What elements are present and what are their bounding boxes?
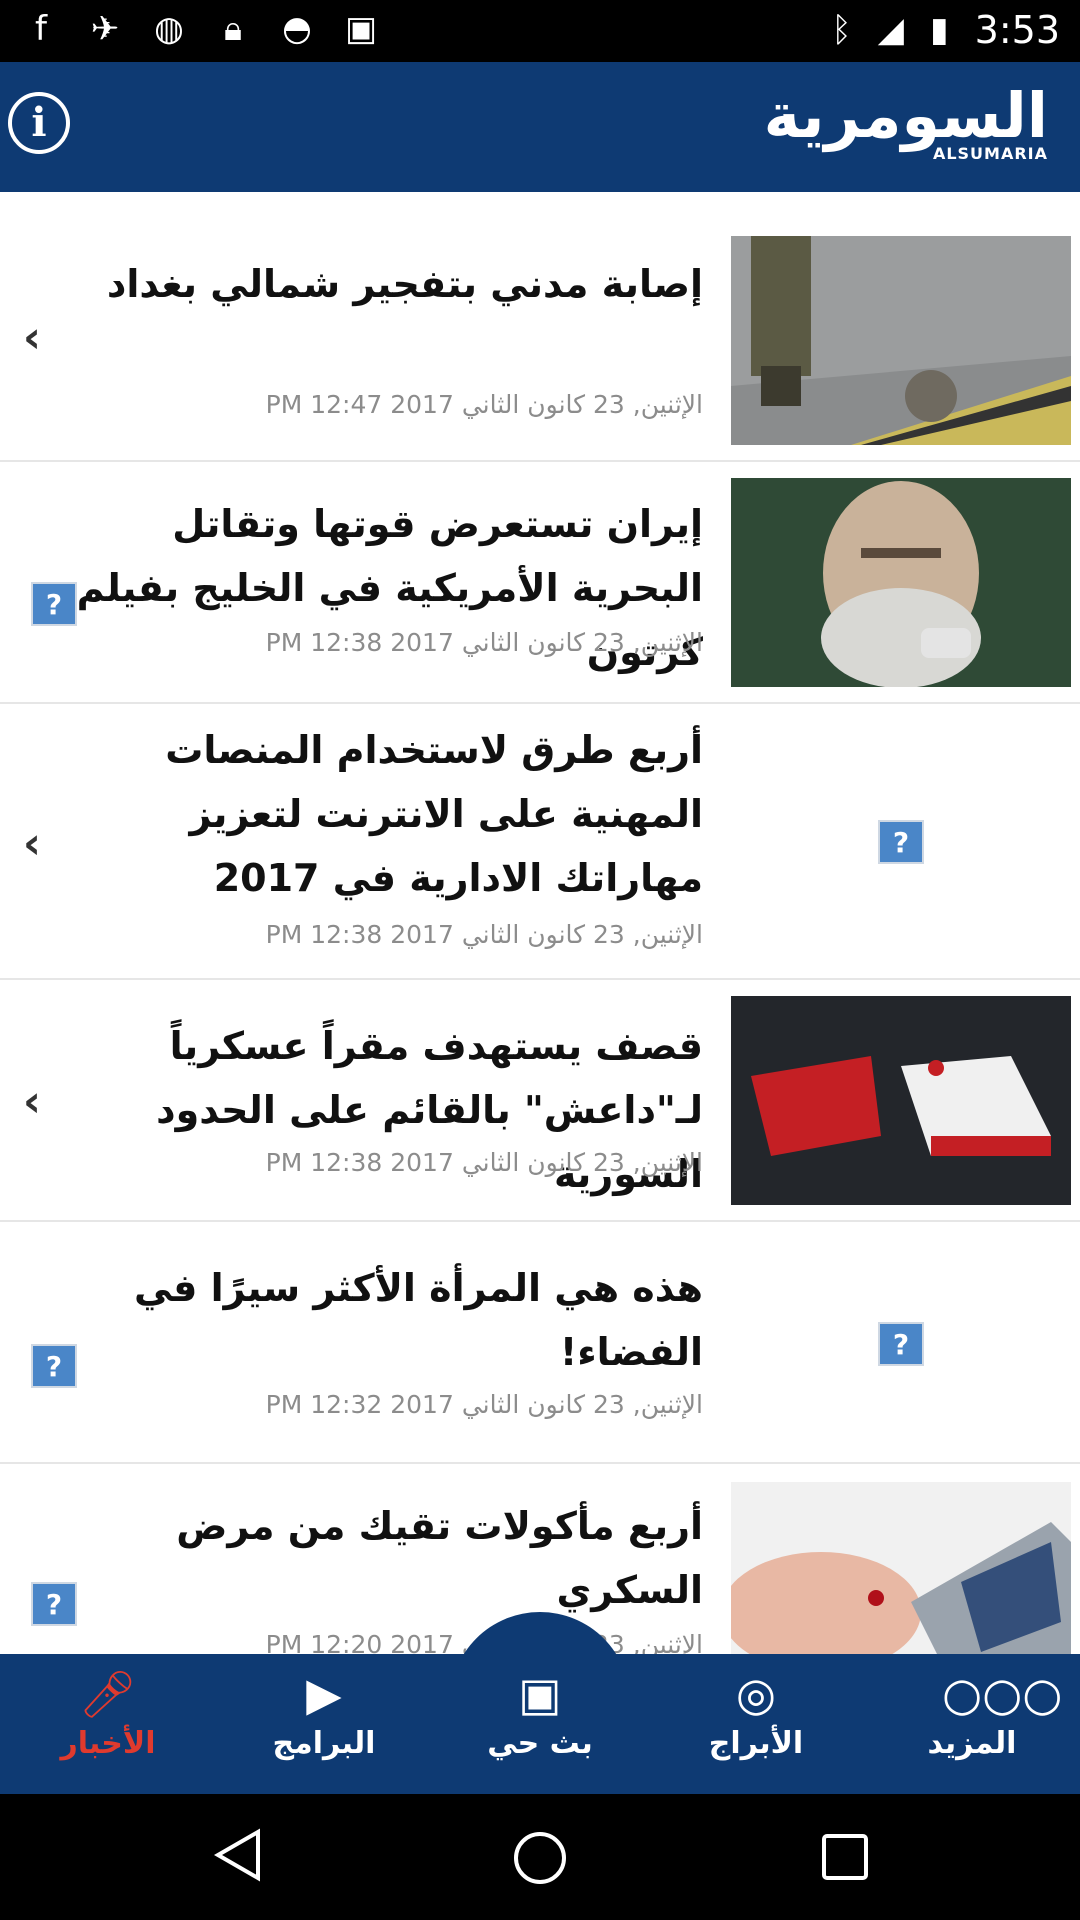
back-icon[interactable] bbox=[212, 1828, 262, 1882]
inbox-icon: ▣ bbox=[344, 9, 378, 49]
recent-apps-icon[interactable] bbox=[820, 1832, 870, 1882]
app-header: i السومرية ALSUMARIA bbox=[0, 62, 1080, 192]
news-thumbnail: ? bbox=[731, 1238, 1071, 1447]
news-date: الإثنين, 23 كانون الثاني 2017 12:47 PM bbox=[265, 390, 703, 419]
notification-icons: f ✈ ◍ 🔒︎ ◓ ▣ bbox=[22, 10, 380, 48]
info-icon: i bbox=[31, 99, 47, 146]
system-icons: ᛒ ◢ ▮ 3:53 bbox=[831, 8, 1060, 52]
more-icon: ○○○ bbox=[942, 1667, 1063, 1721]
chevron-left-icon[interactable]: ‹ bbox=[14, 1080, 50, 1124]
broken-image-icon: ? bbox=[31, 1582, 77, 1626]
news-thumbnail bbox=[731, 1482, 1071, 1654]
news-title[interactable]: قصف يستهدف مقراً عسكرياً لـ"داعش" بالقائ… bbox=[63, 1014, 703, 1206]
news-thumbnail bbox=[731, 236, 1071, 445]
tab-more[interactable]: ○○○ المزيد bbox=[864, 1668, 1080, 1784]
tv-icon: ▣ bbox=[518, 1667, 562, 1721]
news-title[interactable]: أربع طرق لاستخدام المنصات المهنية على ال… bbox=[63, 718, 703, 910]
news-date: الإثنين, 23 كانون الثاني 2017 12:38 PM bbox=[265, 920, 703, 949]
tab-horoscopes[interactable]: ◎ الأبراج bbox=[648, 1668, 864, 1784]
news-date: الإثنين, 23 كانون الثاني 2017 12:38 PM bbox=[265, 628, 703, 657]
android-icon: ◓ bbox=[282, 9, 312, 49]
news-thumbnail bbox=[731, 996, 1071, 1205]
news-item[interactable]: ? هذه هي المرأة الأكثر سيرًا في الفضاء! … bbox=[0, 1222, 1080, 1464]
news-item[interactable]: ? أربع طرق لاستخدام المنصات المهنية على … bbox=[0, 704, 1080, 980]
news-item[interactable]: إصابة مدني بتفجير شمالي بغداد الإثنين, 2… bbox=[0, 206, 1080, 462]
chevron-left-icon[interactable]: ‹ bbox=[14, 316, 50, 360]
data-saver-icon: ◍ bbox=[154, 9, 184, 49]
lock-icon: 🔒︎ bbox=[223, 9, 243, 49]
chevron-left-icon[interactable]: ‹ bbox=[14, 822, 50, 866]
tab-label: البرامج bbox=[272, 1726, 376, 1761]
news-thumbnail: ? bbox=[731, 734, 1071, 943]
battery-icon: ▮ bbox=[929, 10, 949, 50]
tab-programs[interactable]: ▶ البرامج bbox=[216, 1668, 432, 1784]
cartoon-portrait-photo bbox=[731, 478, 1071, 687]
news-title[interactable]: هذه هي المرأة الأكثر سيرًا في الفضاء! bbox=[63, 1256, 703, 1384]
logo: السومرية ALSUMARIA bbox=[763, 79, 1048, 164]
facebook-icon: f bbox=[35, 9, 47, 49]
broken-image-icon: ? bbox=[878, 1322, 924, 1366]
news-title[interactable]: إصابة مدني بتفجير شمالي بغداد bbox=[63, 252, 703, 316]
map-graphic bbox=[731, 996, 1071, 1205]
fake-gps-icon: ✈ bbox=[90, 9, 120, 49]
zodiac-icon: ◎ bbox=[735, 1667, 777, 1721]
system-nav-bar bbox=[0, 1794, 1080, 1920]
home-icon[interactable] bbox=[512, 1830, 568, 1886]
tab-label: بث حي bbox=[487, 1726, 593, 1761]
tab-label: الأخبار bbox=[60, 1726, 156, 1761]
logo-arabic: السومرية bbox=[763, 79, 1048, 152]
info-button[interactable]: i bbox=[8, 92, 70, 154]
news-date: الإثنين, 23 كانون الثاني 2017 12:32 PM bbox=[265, 1390, 703, 1419]
street-photo bbox=[731, 236, 1071, 445]
tab-label: المزيد bbox=[927, 1726, 1017, 1761]
tab-label: الأبراج bbox=[708, 1726, 804, 1761]
broken-image-icon: ? bbox=[31, 1344, 77, 1388]
status-bar: f ✈ ◍ 🔒︎ ◓ ▣ ᛒ ◢ ▮ 3:53 bbox=[0, 0, 1080, 62]
news-date: الإثنين, 23 كانون الثاني 2017 12:38 PM bbox=[265, 1148, 703, 1177]
broken-image-icon: ? bbox=[31, 582, 77, 626]
signal-icon: ◢ bbox=[877, 10, 904, 50]
bluetooth-icon: ᛒ bbox=[831, 10, 852, 50]
clock: 3:53 bbox=[974, 8, 1060, 52]
news-feed[interactable]: إصابة مدني بتفجير شمالي بغداد الإثنين, 2… bbox=[0, 206, 1080, 1654]
news-item[interactable]: قصف يستهدف مقراً عسكرياً لـ"داعش" بالقائ… bbox=[0, 980, 1080, 1222]
broken-image-icon: ? bbox=[878, 820, 924, 864]
glucose-meter-photo bbox=[731, 1482, 1071, 1654]
microphone-icon: 🎤︎ bbox=[78, 1667, 138, 1721]
news-title[interactable]: أربع مأكولات تقيك من مرض السكري bbox=[63, 1494, 703, 1622]
news-item[interactable]: إيران تستعرض قوتها وتقاتل البحرية الأمري… bbox=[0, 462, 1080, 704]
tab-news[interactable]: 🎤︎ الأخبار bbox=[0, 1668, 216, 1784]
tab-live[interactable]: ▣ بث حي bbox=[432, 1668, 648, 1784]
film-icon: ▶ bbox=[306, 1667, 342, 1721]
news-thumbnail bbox=[731, 478, 1071, 687]
